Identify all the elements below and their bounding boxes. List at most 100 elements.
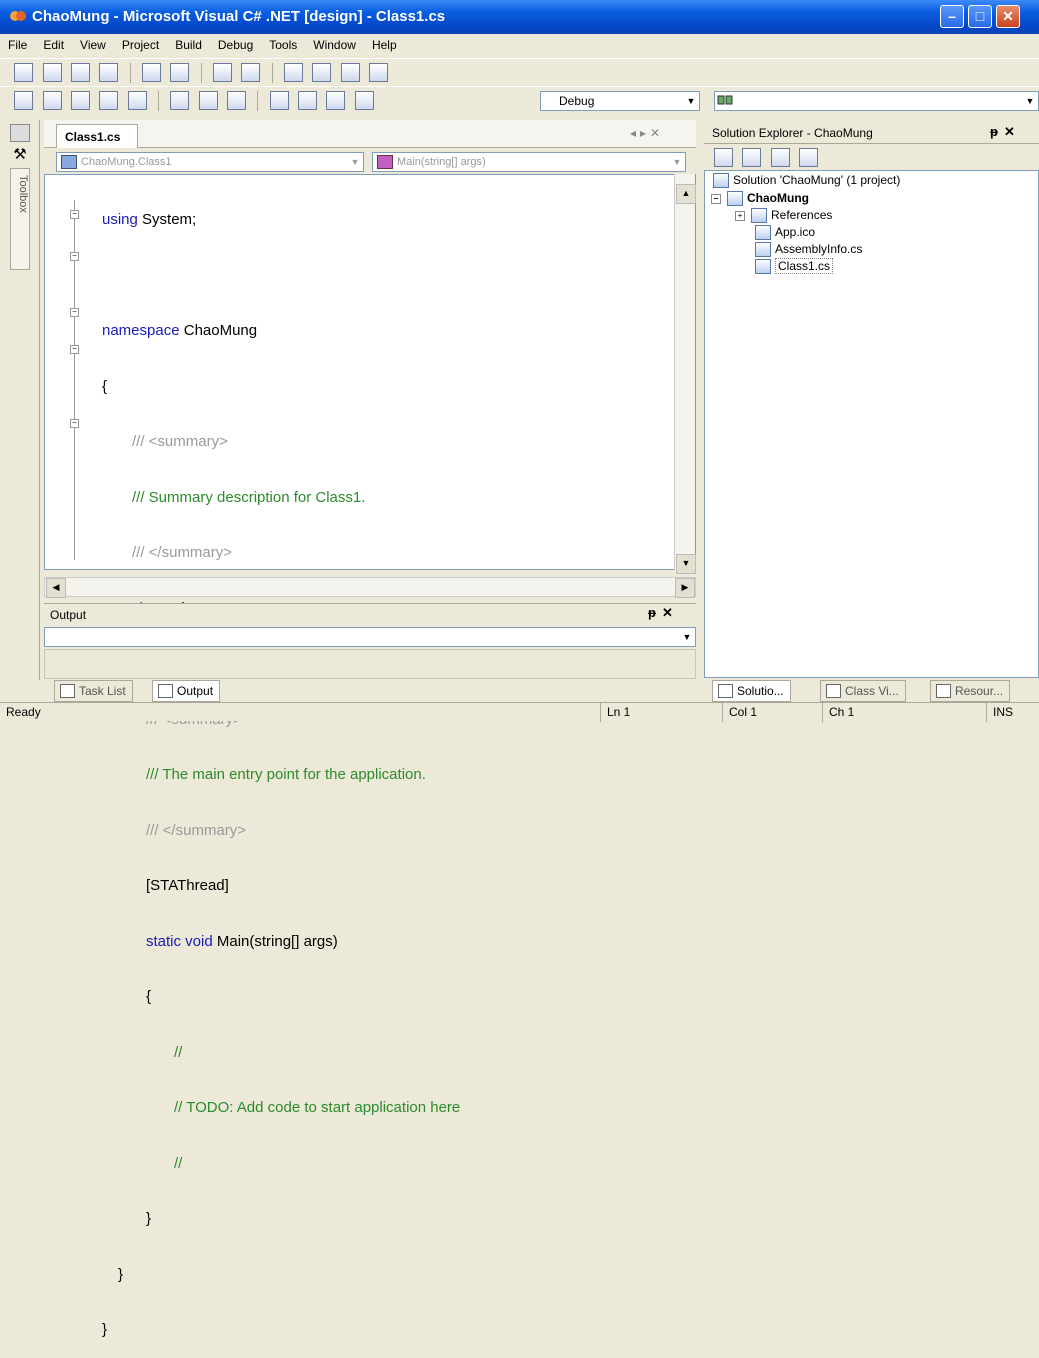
collapse-method-icon[interactable]: − <box>70 419 79 428</box>
tab-solution-explorer[interactable]: Solutio... <box>712 680 791 702</box>
save-icon[interactable] <box>99 91 119 110</box>
tree-item-solution[interactable]: Solution 'ChaoMung' (1 project) <box>713 173 900 189</box>
new-project-icon[interactable] <box>14 91 34 110</box>
scroll-right-icon[interactable]: ▶ <box>675 578 695 598</box>
chevron-down-icon[interactable]: ▼ <box>679 628 695 646</box>
menu-build[interactable]: Build <box>167 34 210 52</box>
scroll-left-icon[interactable]: ◀ <box>46 578 66 598</box>
find-icon[interactable] <box>716 92 734 108</box>
bookmark-next-icon[interactable] <box>312 63 332 82</box>
menu-help[interactable]: Help <box>364 34 405 52</box>
chevron-down-icon[interactable]: ▼ <box>683 92 699 110</box>
comment-lines-icon[interactable] <box>213 63 233 82</box>
scroll-up-icon[interactable]: ▲ <box>676 184 696 204</box>
server-explorer-icon[interactable] <box>10 124 30 142</box>
menu-edit[interactable]: Edit <box>35 34 72 52</box>
increase-indent-icon[interactable] <box>170 63 190 82</box>
toolbox-hammer-icon[interactable]: ⚒ <box>10 146 30 164</box>
resource-view-icon <box>936 684 951 698</box>
task-list-label: Task List <box>79 684 126 698</box>
bookmark-clear-icon[interactable] <box>369 63 389 82</box>
tree-item-app-ico[interactable]: App.ico <box>755 225 815 241</box>
code-line: // <box>174 1154 183 1172</box>
tab-class-view[interactable]: Class Vi... <box>820 680 906 702</box>
assemblyinfo-label: AssemblyInfo.cs <box>775 242 863 256</box>
solution-explorer-controls[interactable]: ᵽ✕ <box>990 124 1021 140</box>
minimize-button[interactable]: – <box>940 5 964 28</box>
toolbar-separator <box>158 91 160 111</box>
paste-icon[interactable] <box>227 91 247 110</box>
navigate-forward-icon[interactable] <box>354 91 374 110</box>
menu-window[interactable]: Window <box>305 34 364 52</box>
open-file-icon[interactable] <box>71 91 91 110</box>
expand-icon[interactable]: + <box>735 210 745 221</box>
tab-resource-view[interactable]: Resour... <box>930 680 1011 702</box>
scroll-down-icon[interactable]: ▼ <box>676 554 696 574</box>
bottom-panel-tabs: Task List Output <box>44 680 696 702</box>
align-lefts-icon[interactable] <box>14 63 34 82</box>
output-panel-controls[interactable]: ᵽ✕ <box>648 605 679 621</box>
properties-icon[interactable] <box>799 148 819 167</box>
maximize-button[interactable]: □ <box>968 5 992 28</box>
uncomment-lines-icon[interactable] <box>241 63 261 82</box>
bookmark-prev-icon[interactable] <box>340 63 360 82</box>
undo-icon[interactable] <box>269 91 289 110</box>
add-item-icon[interactable] <box>42 91 62 110</box>
tab-output[interactable]: Output <box>152 680 221 702</box>
member-dropdown[interactable]: Main(string[] args) ▼ <box>372 152 686 172</box>
save-all-icon[interactable] <box>127 91 147 110</box>
menu-project[interactable]: Project <box>114 34 167 52</box>
solution-icon <box>713 173 729 189</box>
align-rights-icon[interactable] <box>71 63 91 82</box>
title-bar[interactable]: ChaoMung - Microsoft Visual C# .NET [des… <box>0 0 1039 34</box>
menu-tools[interactable]: Tools <box>261 34 305 52</box>
decrease-indent-icon[interactable] <box>142 63 162 82</box>
toolbar-separator <box>271 63 273 83</box>
vertical-scrollbar[interactable]: ▲ ▼ <box>674 174 696 574</box>
checklist-icon <box>60 684 75 698</box>
code-line: { <box>146 988 152 1005</box>
tab-class1[interactable]: Class1.cs <box>56 124 138 148</box>
tree-item-class1[interactable]: Class1.cs <box>755 258 834 275</box>
menu-debug[interactable]: Debug <box>210 34 261 52</box>
refresh-icon[interactable] <box>770 148 790 167</box>
navigate-backward-icon[interactable] <box>326 91 346 110</box>
tree-item-assemblyinfo[interactable]: AssemblyInfo.cs <box>755 242 863 258</box>
config-value: Debug <box>559 94 595 108</box>
tree-item-references[interactable]: + References <box>735 208 832 224</box>
close-button[interactable]: ✕ <box>996 5 1020 28</box>
output-source-select[interactable]: ▼ <box>44 627 696 647</box>
menu-file[interactable]: File <box>0 34 35 52</box>
menu-view[interactable]: View <box>72 34 114 52</box>
editor-tab-controls[interactable]: ◂▸✕ <box>630 126 664 140</box>
code-line: // <box>174 1043 183 1061</box>
redo-icon[interactable] <box>298 91 318 110</box>
collapse-summary-icon[interactable]: − <box>70 252 79 261</box>
solution-config-select[interactable]: Debug ▼ <box>540 91 700 111</box>
chevron-down-icon[interactable]: ▼ <box>347 153 363 171</box>
output-content[interactable] <box>44 649 696 679</box>
status-message: Ready <box>6 705 41 719</box>
cut-icon[interactable] <box>170 91 190 110</box>
font-size-icon[interactable] <box>99 63 119 82</box>
chevron-down-icon[interactable]: ▼ <box>669 153 685 171</box>
collapse-class-icon[interactable]: − <box>70 308 79 317</box>
view-designer-icon[interactable] <box>742 148 762 167</box>
align-centers-icon[interactable] <box>42 63 62 82</box>
collapse-summary-icon[interactable]: − <box>70 345 79 354</box>
chevron-down-icon[interactable]: ▼ <box>1022 92 1038 110</box>
status-char: Ch 1 <box>822 703 929 722</box>
horizontal-scrollbar[interactable]: ◀ ▶ <box>44 577 696 598</box>
view-code-icon[interactable] <box>714 148 733 167</box>
copy-icon[interactable] <box>198 91 218 110</box>
code-text: using System; namespace ChaoMung { /// <… <box>102 174 662 1358</box>
collapse-icon[interactable]: − <box>711 193 721 204</box>
find-select[interactable]: ▼ <box>714 91 1039 111</box>
cs-file-icon <box>755 259 771 275</box>
collapse-namespace-icon[interactable]: − <box>70 210 79 219</box>
tab-task-list[interactable]: Task List <box>54 680 133 702</box>
tree-item-project[interactable]: − ChaoMung <box>711 191 809 207</box>
toolbox-tab[interactable]: Toolbox <box>10 168 30 270</box>
type-dropdown[interactable]: ChaoMung.Class1 ▼ <box>56 152 364 172</box>
bookmark-toggle-icon[interactable] <box>284 63 304 82</box>
